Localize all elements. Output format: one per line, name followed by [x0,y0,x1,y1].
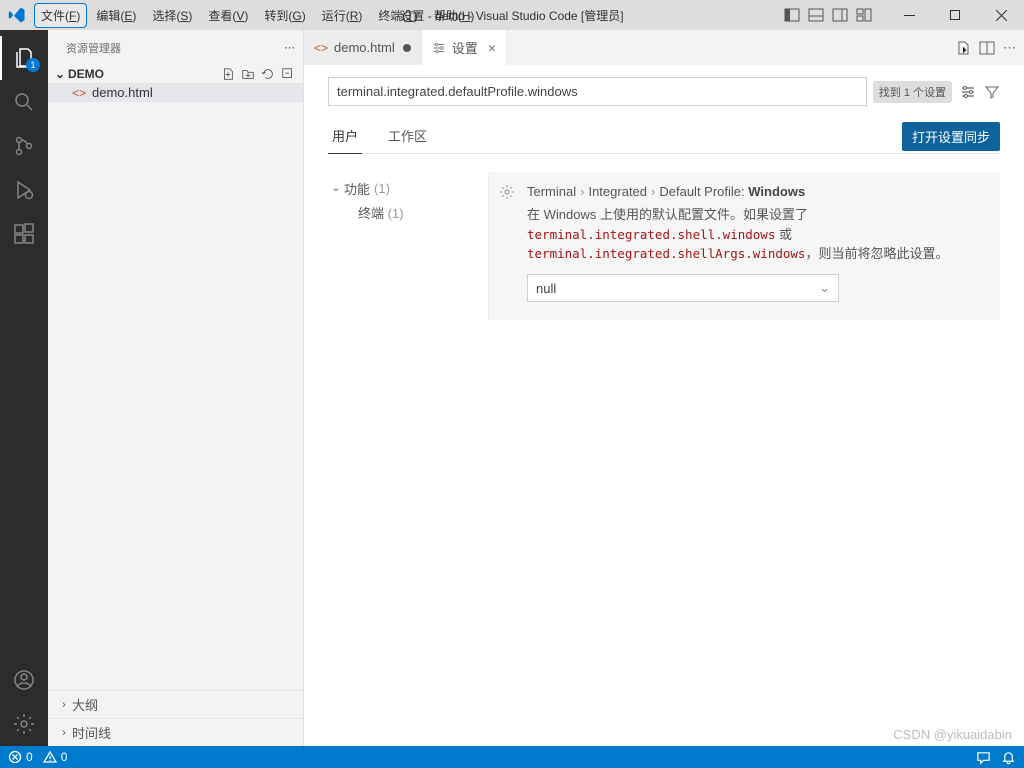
settings-sync-button[interactable]: 打开设置同步 [902,122,1000,151]
maximize-button[interactable] [932,0,978,30]
explorer-badge: 1 [26,58,40,72]
menu-select[interactable]: 选择(S) [145,3,199,28]
status-warnings[interactable]: 0 [43,750,68,764]
settings-search-input[interactable] [328,77,867,106]
collapse-icon[interactable] [281,67,295,81]
sidebar-more-icon[interactable]: ⋯ [284,41,295,54]
setting-item-default-profile-windows: Terminal›Integrated›Default Profile: Win… [488,172,1000,320]
sidebar-header: 资源管理器 ⋯ [48,30,303,65]
chevron-right-icon: › [56,727,72,739]
activity-settings[interactable] [0,702,48,746]
setting-select[interactable]: null ⌄ [527,274,839,302]
html-file-icon: <> [314,41,328,55]
status-bell-icon[interactable] [1001,750,1016,765]
chevron-down-icon: ⌄ [52,67,68,81]
menu-go[interactable]: 转到(G) [257,3,312,28]
sidebar-title: 资源管理器 [66,40,121,56]
tab-settings[interactable]: 设置 × [422,30,507,65]
close-tab-icon[interactable]: × [488,40,496,56]
file-name: demo.html [92,85,153,100]
settings-filter-icon[interactable] [960,84,976,100]
main-area: 1 资源管理器 ⋯ ⌄ DEMO <> demo.html [0,30,1024,746]
menu-edit[interactable]: 编辑(E) [89,3,143,28]
titlebar: 文件(F) 编辑(E) 选择(S) 查看(V) 转到(G) 运行(R) 终端(T… [0,0,1024,30]
menu-view[interactable]: 查看(V) [201,3,255,28]
folder-row[interactable]: ⌄ DEMO [48,65,303,83]
vscode-logo [0,0,34,30]
search-result-count: 找到 1 个设置 [873,81,952,103]
status-feedback-icon[interactable] [976,750,991,765]
titlebar-actions [780,0,1024,30]
chevron-down-icon: ⌄ [819,280,830,296]
menu-file[interactable]: 文件(F) [34,3,87,28]
minimize-button[interactable] [886,0,932,30]
customize-layout-icon[interactable] [852,0,876,30]
activity-search[interactable] [0,80,48,124]
split-editor-icon[interactable] [979,40,995,56]
outline-section[interactable]: › 大纲 [48,690,303,718]
settings-toc: ⌄ 功能 (1) 终端 (1) [328,172,488,320]
activity-debug[interactable] [0,168,48,212]
tab-bar: <> demo.html 设置 × ⋯ [304,30,1024,65]
timeline-section[interactable]: › 时间线 [48,718,303,746]
layout-primary-icon[interactable] [780,0,804,30]
tab-actions: ⋯ [947,30,1024,65]
activity-explorer[interactable]: 1 [0,36,48,80]
clear-filter-icon[interactable] [984,84,1000,100]
settings-scope-tabs: 用户 工作区 打开设置同步 [328,120,1000,154]
watermark-text: CSDN @yikuaidabin [893,727,1012,742]
activity-scm[interactable] [0,124,48,168]
setting-description: 在 Windows 上使用的默认配置文件。如果设置了 terminal.inte… [527,205,978,264]
toc-terminal[interactable]: 终端 (1) [328,201,488,224]
scope-workspace-tab[interactable]: 工作区 [384,120,431,153]
chevron-down-icon: ⌄ [328,183,344,194]
folder-name: DEMO [68,67,104,81]
layout-panel-icon[interactable] [804,0,828,30]
editor-area: <> demo.html 设置 × ⋯ 找到 1 个设置 [304,30,1024,746]
tab-demo-html[interactable]: <> demo.html [304,30,422,65]
activity-account[interactable] [0,658,48,702]
layout-secondary-icon[interactable] [828,0,852,30]
toc-features[interactable]: ⌄ 功能 (1) [328,176,488,201]
chevron-right-icon: › [56,699,72,711]
activity-bar: 1 [0,30,48,746]
more-actions-icon[interactable]: ⋯ [1003,40,1016,56]
window-title: 设置 - demo - Visual Studio Code [管理员] [400,7,623,24]
settings-icon [432,41,446,55]
sidebar: 资源管理器 ⋯ ⌄ DEMO <> demo.html › 大纲 › 时间 [48,30,304,746]
new-folder-icon[interactable] [241,67,255,81]
scope-user-tab[interactable]: 用户 [328,120,362,154]
setting-title: Terminal›Integrated›Default Profile: Win… [527,184,978,199]
close-button[interactable] [978,0,1024,30]
dirty-indicator-icon [403,44,411,52]
gear-icon[interactable] [499,184,515,200]
menu-run[interactable]: 运行(R) [315,3,370,28]
open-changes-icon[interactable] [955,40,971,56]
activity-extensions[interactable] [0,212,48,256]
settings-editor: 找到 1 个设置 用户 工作区 打开设置同步 ⌄ 功能 (1) [304,65,1024,746]
status-bar: 0 0 [0,746,1024,768]
settings-list: Terminal›Integrated›Default Profile: Win… [488,172,1000,320]
refresh-icon[interactable] [261,67,275,81]
status-errors[interactable]: 0 [8,750,33,764]
html-file-icon: <> [72,86,86,100]
new-file-icon[interactable] [221,67,235,81]
file-item[interactable]: <> demo.html [48,83,303,102]
